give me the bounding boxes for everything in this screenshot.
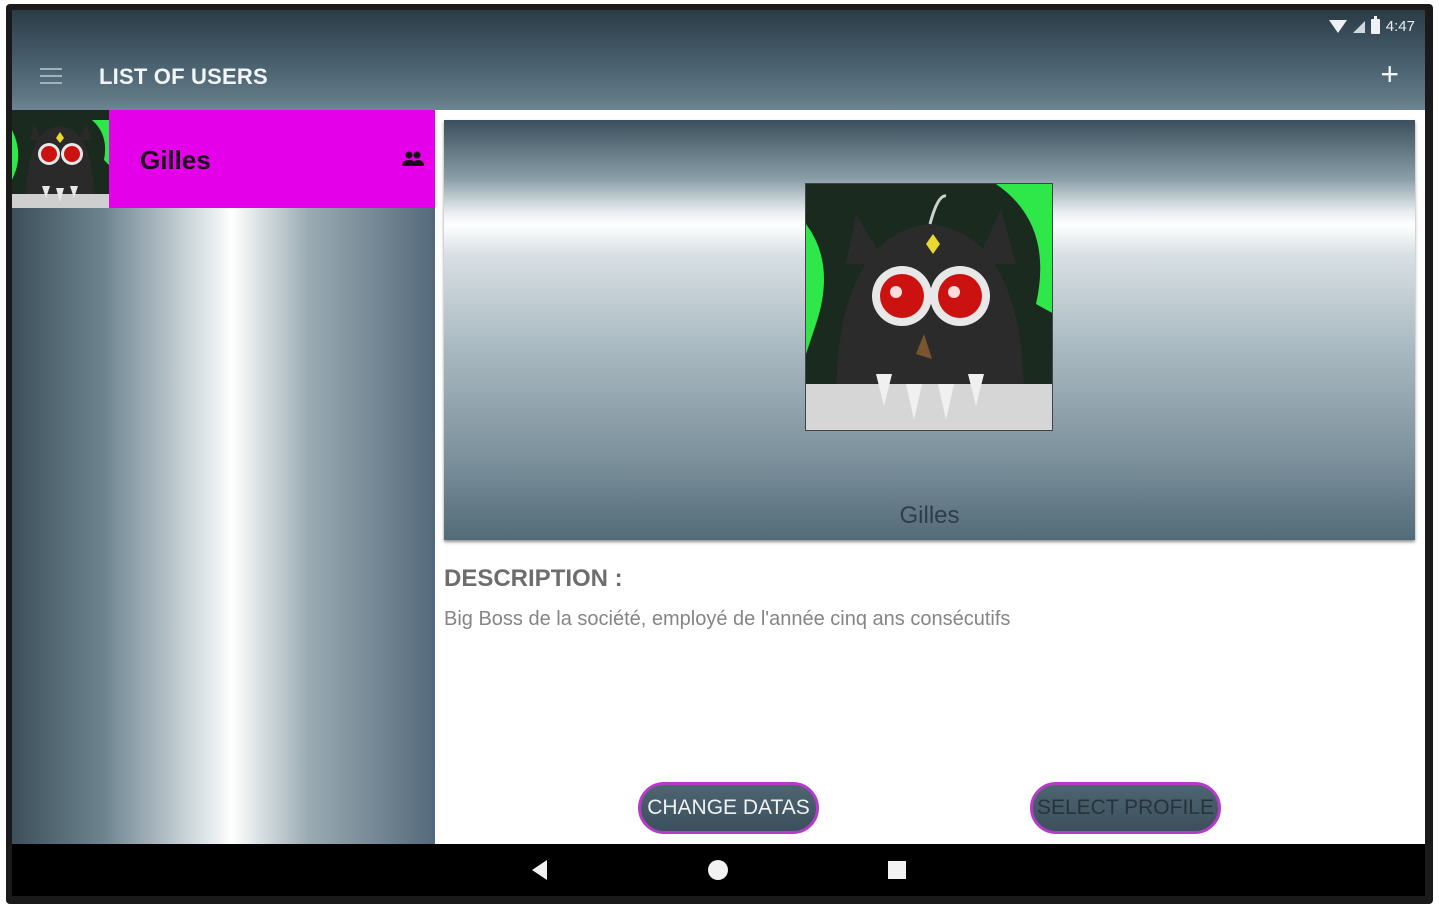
recents-icon[interactable] bbox=[888, 861, 906, 879]
profile-card: Gilles bbox=[444, 120, 1415, 540]
app-toolbar: LIST OF USERS + bbox=[12, 44, 1425, 110]
back-icon[interactable] bbox=[532, 860, 547, 880]
group-icon bbox=[402, 151, 424, 166]
wifi-icon bbox=[1328, 20, 1347, 33]
description-title: DESCRIPTION : bbox=[444, 565, 623, 592]
system-navigation-bar bbox=[12, 844, 1425, 896]
monster-portrait-image bbox=[806, 184, 1052, 430]
signal-icon bbox=[1352, 20, 1365, 33]
user-list-item-label: Gilles bbox=[109, 110, 435, 208]
page-title: LIST OF USERS bbox=[99, 64, 268, 89]
user-avatar-thumbnail bbox=[12, 110, 109, 208]
menu-icon[interactable] bbox=[40, 68, 62, 84]
status-bar: 4:47 bbox=[12, 10, 1425, 44]
profile-image bbox=[805, 183, 1053, 431]
select-profile-button[interactable]: SELECT PROFILE bbox=[1030, 782, 1221, 834]
profile-detail: Gilles DESCRIPTION : Big Boss de la soci… bbox=[435, 110, 1425, 844]
home-icon[interactable] bbox=[708, 860, 728, 880]
status-icons: 4:47 bbox=[1328, 16, 1415, 35]
profile-name: Gilles bbox=[899, 502, 960, 529]
add-user-icon[interactable]: + bbox=[1380, 58, 1399, 90]
monster-avatar-image bbox=[12, 110, 109, 208]
description-text: Big Boss de la société, employé de l'ann… bbox=[444, 608, 1011, 630]
screen-frame: 4:47 LIST OF USERS + Gilles Gilles DESCR… bbox=[0, 0, 1439, 908]
status-time: 4:47 bbox=[1385, 18, 1415, 35]
battery-icon bbox=[1370, 16, 1380, 34]
change-datas-button[interactable]: CHANGE DATAS bbox=[638, 782, 819, 834]
user-name: Gilles bbox=[140, 145, 211, 175]
user-list-item[interactable]: Gilles bbox=[12, 110, 435, 208]
user-list: Gilles bbox=[12, 110, 435, 844]
